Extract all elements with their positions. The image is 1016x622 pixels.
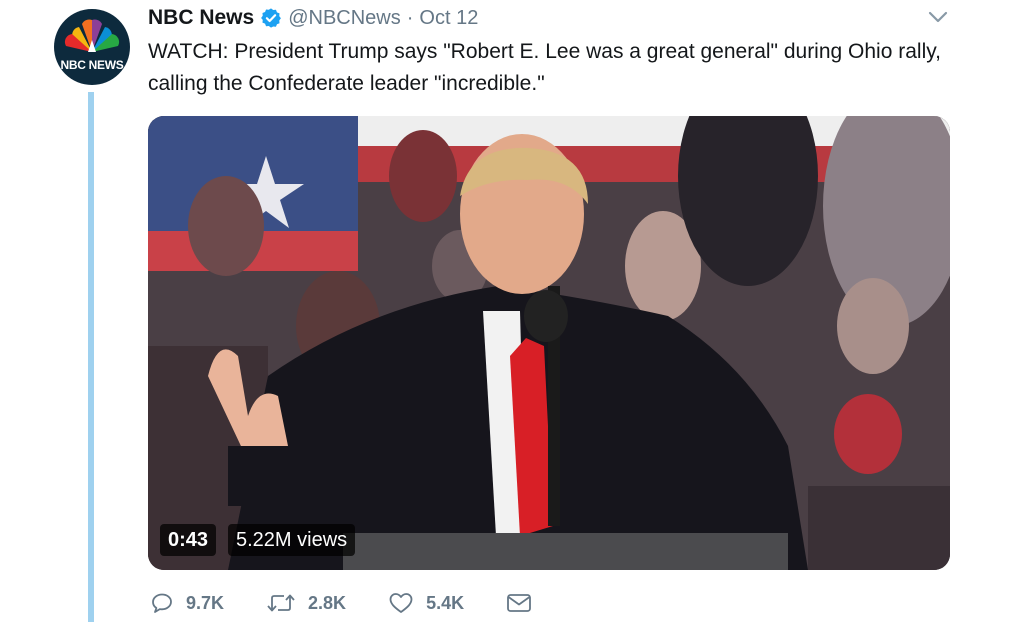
retweet-count: 2.8K	[308, 592, 347, 613]
tweet-actions: 9.7K 2.8K 5.4K	[150, 588, 574, 618]
direct-message-button[interactable]	[506, 592, 532, 614]
video-player[interactable]: 0:43 5.22M views	[148, 116, 950, 570]
avatar[interactable]: NBC NEWS	[54, 9, 130, 85]
thread-line	[88, 92, 94, 622]
video-thumbnail	[148, 116, 950, 570]
like-button[interactable]: 5.4K	[388, 591, 464, 615]
reply-button[interactable]: 9.7K	[150, 591, 224, 615]
header-separator: ·	[406, 6, 414, 29]
reply-count: 9.7K	[186, 592, 225, 613]
video-duration-badge: 0:43	[160, 524, 217, 556]
reply-icon	[150, 591, 174, 615]
retweet-icon	[266, 591, 296, 615]
nbc-peacock-icon	[64, 19, 120, 52]
retweet-button[interactable]: 2.8K	[266, 591, 346, 615]
tweet-header: NBC News @NBCNews · Oct 12	[148, 5, 478, 31]
account-name[interactable]: NBC News	[148, 6, 254, 30]
tweet-text: WATCH: President Trump says "Robert E. L…	[148, 40, 942, 95]
like-count: 5.4K	[426, 592, 465, 613]
tweet-date[interactable]: Oct 12	[419, 7, 478, 30]
chevron-down-icon[interactable]	[928, 10, 948, 29]
heart-icon	[388, 591, 414, 615]
avatar-logo-text: NBC NEWS	[60, 58, 124, 72]
envelope-icon	[506, 592, 532, 614]
video-views-badge: 5.22M views	[228, 524, 356, 556]
account-handle[interactable]: @NBCNews	[288, 7, 401, 30]
verified-badge-icon	[260, 7, 282, 29]
